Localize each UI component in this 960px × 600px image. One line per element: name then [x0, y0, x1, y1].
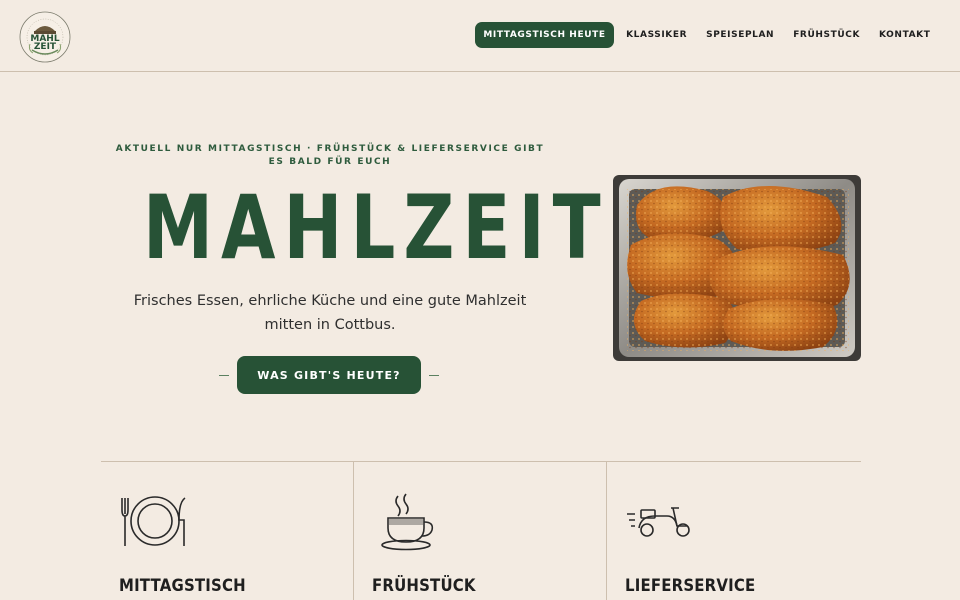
cta-divider-left	[219, 374, 230, 376]
nav-item-kontakt[interactable]: KONTAKT	[870, 22, 940, 48]
whats-today-button[interactable]: WAS GIBT'S HEUTE?	[237, 356, 421, 394]
nav-item-mittagstisch-heute[interactable]: MITTAGSTISCH HEUTE	[475, 22, 614, 48]
site-header: MAHL ZEIT MITTAGSTISCH HEUTE KLASSIKER S…	[0, 0, 960, 72]
cta-divider-right	[428, 374, 439, 376]
feature-title-mittagstisch: MITTAGSTISCH	[119, 576, 246, 596]
feature-title-fruehstueck: FRÜHSTÜCK	[372, 576, 476, 596]
hero-subtitle: Frisches Essen, ehrliche Küche und eine …	[133, 293, 527, 333]
nav-item-fruehstueck[interactable]: FRÜHSTÜCK	[784, 22, 870, 48]
hero-eyebrow: AKTUELL NUR MITTAGSTISCH · FRÜHSTÜCK & L…	[115, 144, 545, 167]
feature-lieferservice[interactable]: LIEFERSERVICE	[607, 462, 860, 600]
coffee-cup-icon	[381, 493, 434, 551]
plate-cutlery-icon	[121, 496, 186, 546]
logo-badge-icon: MAHL ZEIT	[19, 11, 71, 63]
scooter-icon	[627, 507, 690, 537]
hero-cta-group: WAS GIBT'S HEUTE?	[219, 356, 439, 394]
nav-item-klassiker[interactable]: KLASSIKER	[617, 22, 697, 48]
feature-title-lieferservice: LIEFERSERVICE	[625, 576, 756, 596]
mahlzeit-logo[interactable]: MAHL ZEIT	[18, 10, 72, 64]
main-nav: MITTAGSTISCH HEUTE KLASSIKER SPEISEPLAN …	[475, 22, 940, 48]
feature-fruehstueck[interactable]: FRÜHSTÜCK	[354, 462, 607, 600]
schnitzel-tray-image	[613, 175, 861, 361]
svg-text:ZEIT: ZEIT	[34, 42, 57, 52]
nav-item-speiseplan[interactable]: SPEISEPLAN	[697, 22, 784, 48]
hero-title: MAHLZEIT!	[143, 176, 649, 279]
features-row: MITTAGSTISCH FRÜHSTÜCK LIEFERSERVICE	[101, 461, 861, 600]
feature-mittagstisch[interactable]: MITTAGSTISCH	[101, 462, 354, 600]
